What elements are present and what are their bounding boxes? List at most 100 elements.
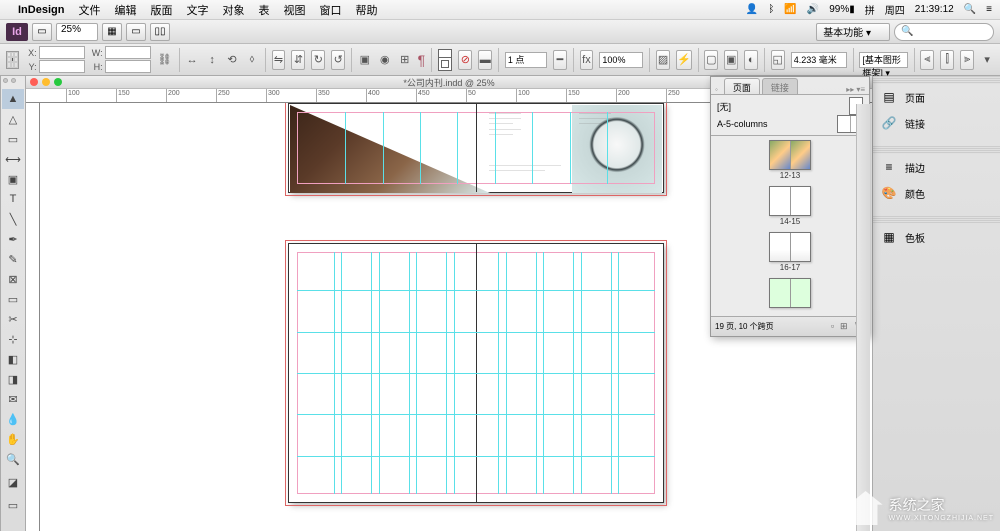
close-window-icon[interactable] — [30, 78, 38, 86]
panel-menu-icon[interactable]: ▾≡ — [856, 85, 865, 94]
hand-tool[interactable]: ✋ — [2, 429, 24, 449]
rotate-ccw-icon[interactable]: ↺ — [331, 50, 345, 70]
pages-panel[interactable]: ◦ 页面 链接 ▸▸▾≡ [无] A-5-columns 12-1314-151… — [710, 76, 870, 337]
zoom-tool[interactable]: 🔍 — [2, 449, 24, 469]
object-style-select[interactable]: [基本图形框架] ▾ — [859, 52, 907, 68]
y-field[interactable] — [39, 60, 85, 73]
text-wrap-shape-icon[interactable]: ◐ — [744, 50, 758, 70]
gap-tool[interactable]: ⟷ — [2, 149, 24, 169]
flip-h-icon[interactable]: ⇋ — [272, 50, 286, 70]
align-right-icon[interactable]: ⫸ — [960, 50, 974, 70]
app-name[interactable]: InDesign — [18, 4, 64, 16]
menu-object[interactable]: 对象 — [222, 2, 244, 18]
edit-page-size-icon[interactable]: ▫ — [831, 321, 834, 332]
stroke-weight-field[interactable] — [505, 52, 547, 68]
effects-icon[interactable]: fx — [580, 50, 594, 70]
text-wrap-bound-icon[interactable]: ▣ — [724, 50, 738, 70]
spread-top[interactable]: ———————————————————————————————————— ———… — [288, 103, 664, 193]
spotlight-icon[interactable]: 🔍 — [964, 4, 976, 15]
gradient-feather-tool[interactable]: ◨ — [2, 369, 24, 389]
battery-status[interactable]: 99% ▮ — [829, 4, 855, 15]
zoom-select[interactable]: 25% — [56, 23, 98, 41]
panel-expand-icon[interactable]: ▸▸ — [846, 85, 854, 94]
tab-pages[interactable]: 页面 — [724, 78, 760, 94]
view-mode-icon[interactable]: ▦ — [102, 23, 122, 41]
rotate-cw-icon[interactable]: ↻ — [311, 50, 325, 70]
note-tool[interactable]: ✉ — [2, 389, 24, 409]
notification-center-icon[interactable]: ≡ — [986, 4, 992, 15]
apply-color-icon[interactable]: ▬ — [478, 50, 492, 70]
corner-size-field[interactable] — [791, 52, 847, 68]
vertical-scrollbar[interactable] — [856, 104, 870, 531]
ime-indicator[interactable]: 拼 — [865, 2, 875, 17]
workspace-select[interactable]: 基本功能 ▾ — [816, 23, 890, 41]
fill-stroke-toggle[interactable]: ◪ — [2, 469, 24, 495]
zoom-window-icon[interactable] — [54, 78, 62, 86]
select-content-icon[interactable]: ◉ — [378, 50, 392, 70]
page-spread-item[interactable]: 12-13 — [711, 140, 869, 180]
text-wrap-none-icon[interactable]: ▢ — [704, 50, 718, 70]
bridge-icon[interactable]: ▭ — [32, 23, 52, 41]
dock-item-链接[interactable]: 🔗链接 — [873, 110, 1000, 136]
master-a-row[interactable]: A-5-columns — [717, 115, 863, 133]
select-container-icon[interactable]: ▣ — [358, 50, 372, 70]
eyedropper-tool[interactable]: 💧 — [2, 409, 24, 429]
opacity-field[interactable] — [599, 52, 643, 68]
pencil-tool[interactable]: ✎ — [2, 249, 24, 269]
menu-help[interactable]: 帮助 — [355, 2, 377, 18]
page-spread-item[interactable]: 16-17 — [711, 232, 869, 272]
rectangle-tool[interactable]: ▭ — [2, 289, 24, 309]
arrange-icon[interactable]: ▯▯ — [150, 23, 170, 41]
menu-view[interactable]: 视图 — [283, 2, 305, 18]
dock-item-颜色[interactable]: 🎨颜色 — [873, 180, 1000, 206]
align-center-icon[interactable]: ⫿ — [940, 50, 954, 70]
wifi-icon[interactable]: 📶 — [784, 4, 796, 15]
quick-apply-icon[interactable]: ⚡ — [676, 50, 692, 70]
screen-mode-icon[interactable]: ▭ — [126, 23, 146, 41]
dock-item-描边[interactable]: ≡描边 — [873, 154, 1000, 180]
fill-stroke-swatch[interactable] — [438, 49, 453, 71]
reference-point[interactable] — [6, 51, 19, 69]
rectangle-frame-tool[interactable]: ⊠ — [2, 269, 24, 289]
menu-window[interactable]: 窗口 — [319, 2, 341, 18]
free-transform-tool[interactable]: ⊹ — [2, 329, 24, 349]
content-collector-tool[interactable]: ▣ — [2, 169, 24, 189]
menu-file[interactable]: 文件 — [78, 2, 100, 18]
line-tool[interactable]: ╲ — [2, 209, 24, 229]
control-menu-icon[interactable]: ▾ — [980, 50, 994, 70]
page-tool[interactable]: ▭ — [2, 129, 24, 149]
dock-item-页面[interactable]: ▤页面 — [873, 84, 1000, 110]
view-mode-toggle[interactable]: ▭ — [2, 495, 24, 515]
gradient-swatch-tool[interactable]: ◧ — [2, 349, 24, 369]
spread-bottom[interactable] — [288, 243, 664, 503]
fit-content-icon[interactable]: ⊞ — [398, 50, 412, 70]
volume-icon[interactable]: 🔊 — [807, 4, 819, 15]
clock[interactable]: 21:39:12 — [915, 4, 954, 15]
constrain-icon[interactable]: ⛓ — [157, 50, 173, 70]
corner-icon[interactable]: ◱ — [771, 50, 785, 70]
x-field[interactable] — [39, 46, 85, 59]
align-left-icon[interactable]: ⫷ — [920, 50, 934, 70]
rotate-icon[interactable]: ⟲ — [225, 50, 239, 70]
paragraph-icon[interactable]: ¶ — [418, 52, 426, 68]
tab-links[interactable]: 链接 — [762, 78, 798, 94]
type-tool[interactable]: T — [2, 189, 24, 209]
minimize-window-icon[interactable] — [42, 78, 50, 86]
pen-tool[interactable]: ✒ — [2, 229, 24, 249]
menu-layout[interactable]: 版面 — [150, 2, 172, 18]
menu-type[interactable]: 文字 — [186, 2, 208, 18]
direct-selection-tool[interactable]: △ — [2, 109, 24, 129]
selection-tool[interactable]: ▲ — [2, 89, 24, 109]
drop-shadow-icon[interactable]: ▨ — [656, 50, 670, 70]
menu-edit[interactable]: 编辑 — [114, 2, 136, 18]
page-spread-item[interactable] — [711, 278, 869, 308]
dock-grip[interactable] — [873, 76, 1000, 84]
shear-icon[interactable]: ⬨ — [245, 50, 259, 70]
h-field[interactable] — [105, 60, 151, 73]
scale-x-icon[interactable]: ↔ — [185, 50, 199, 70]
no-fill-icon[interactable]: ⊘ — [458, 50, 472, 70]
menu-table[interactable]: 表 — [258, 2, 269, 18]
vertical-ruler[interactable] — [26, 103, 40, 531]
scale-y-icon[interactable]: ↕ — [205, 50, 219, 70]
bluetooth-icon[interactable]: ᛒ — [768, 4, 774, 15]
